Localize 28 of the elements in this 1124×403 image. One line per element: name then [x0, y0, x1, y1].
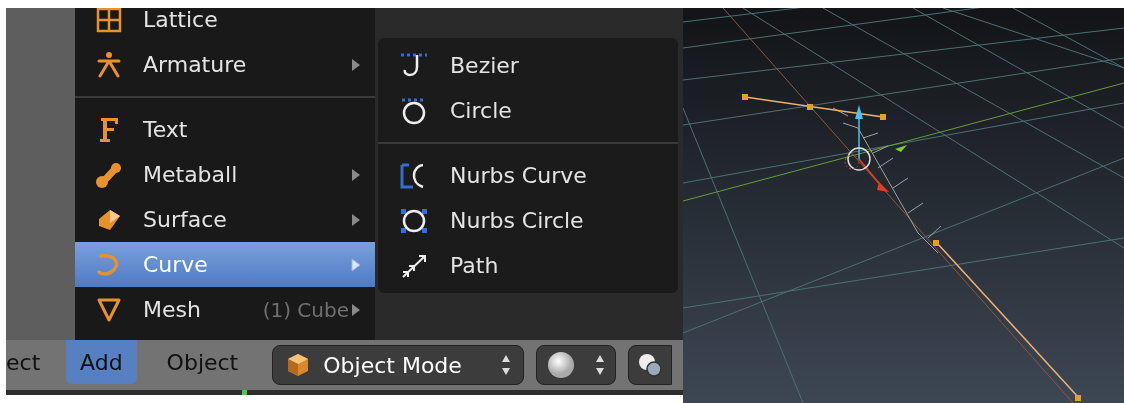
menu-item[interactable]: Text: [75, 107, 375, 152]
pivot-button[interactable]: [628, 345, 673, 385]
object-name-label: (1) Cube: [262, 296, 349, 324]
shading-dropdown[interactable]: [536, 345, 617, 385]
armature-icon: [96, 51, 122, 78]
menu-item[interactable]: Armature: [75, 42, 375, 87]
header-menu[interactable]: ect: [6, 340, 50, 384]
submenu-item[interactable]: Nurbs Curve: [378, 153, 678, 198]
submenu-item[interactable]: Circle: [378, 88, 678, 133]
menu-item[interactable]: Mesh (1) Cube: [75, 287, 375, 332]
sphere-icon: [547, 351, 576, 379]
header-menu[interactable]: Add: [66, 340, 137, 384]
mesh-icon: [96, 296, 122, 323]
submenu-item[interactable]: Nurbs Circle: [378, 198, 678, 243]
up-down-arrows-icon: [595, 354, 606, 376]
text-icon: [98, 115, 120, 144]
menu-item[interactable]: Surface: [75, 197, 375, 242]
menu-item[interactable]: Metaball: [75, 152, 375, 197]
menu-item[interactable]: Lattice: [75, 8, 375, 42]
overlapping-circles-icon: [637, 352, 664, 378]
lattice-icon: [96, 8, 122, 33]
submenu-item[interactable]: Path: [378, 243, 678, 288]
submenu-item[interactable]: Bezier: [378, 43, 678, 88]
metaball-icon: [95, 160, 123, 189]
header-menu[interactable]: Object: [152, 340, 253, 384]
up-down-arrows-icon: [501, 354, 512, 376]
nurbs-circle-icon: [399, 206, 429, 235]
mode-dropdown[interactable]: Object Mode: [272, 345, 525, 385]
